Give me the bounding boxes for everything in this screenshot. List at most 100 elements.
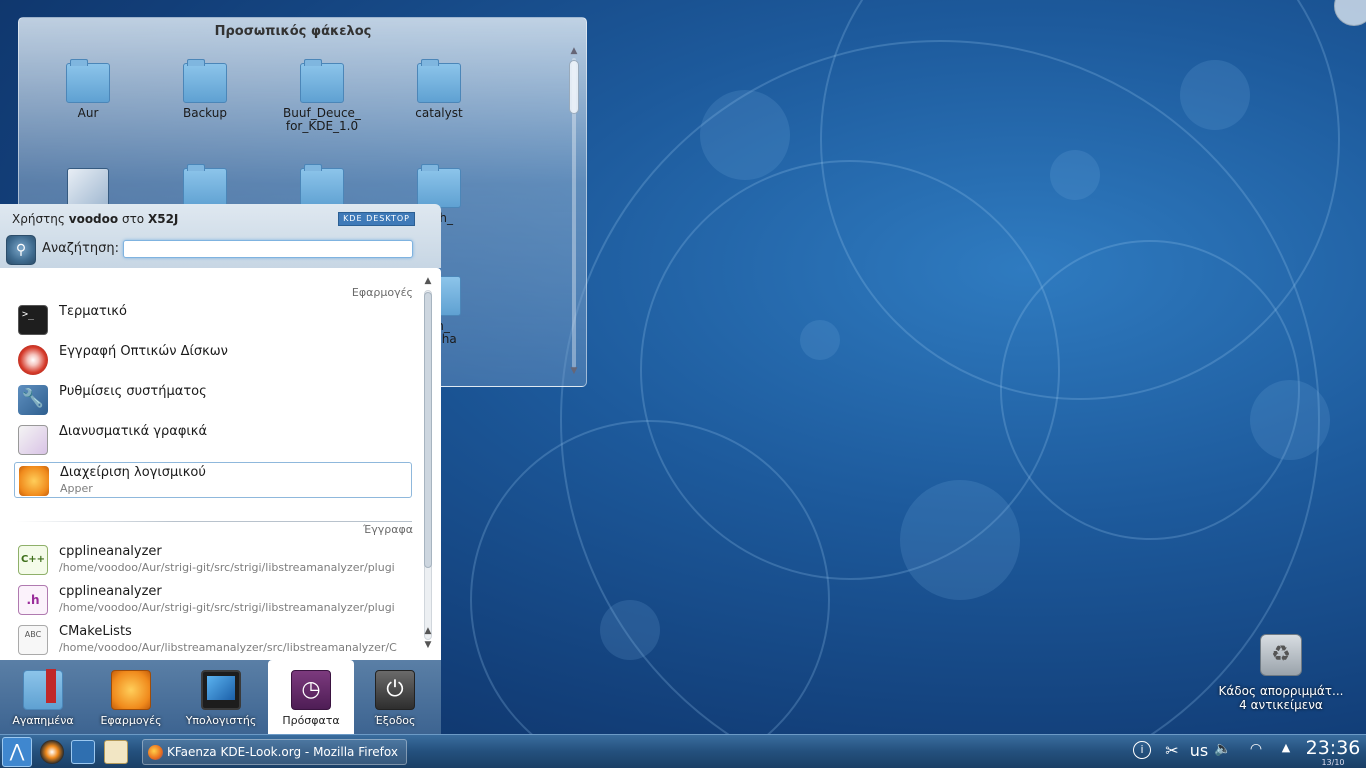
scroll-up-icon[interactable]: ▲ bbox=[421, 626, 435, 636]
folder-icon bbox=[417, 59, 461, 103]
trash-icon: ♻ bbox=[1260, 634, 1302, 676]
folder-label: Backup bbox=[183, 106, 227, 120]
kickoff-tabs: Αγαπημένα Εφαρμογές Υπολογιστής ◷ Πρόσφα… bbox=[0, 660, 441, 734]
folder-icon bbox=[300, 59, 344, 103]
trash-count: 4 αντικείμενα bbox=[1239, 698, 1323, 712]
item-name: Ρυθμίσεις συστήματος bbox=[59, 384, 207, 399]
item-path: /home/voodoo/Aur/strigi-git/src/strigi/l… bbox=[59, 601, 395, 614]
item-path: /home/voodoo/Aur/strigi-git/src/strigi/l… bbox=[59, 561, 395, 574]
user-prefix: Χρήστης bbox=[12, 212, 65, 226]
folder-item[interactable]: Buuf_Deuce_ for_KDE_1.0 bbox=[272, 59, 372, 133]
search-icon: ⚲ bbox=[6, 235, 36, 265]
system-monitor-icon[interactable] bbox=[71, 740, 95, 764]
tray-expand-icon[interactable]: ▲ bbox=[1278, 741, 1294, 754]
scroll-up-icon[interactable]: ▲ bbox=[568, 46, 580, 56]
documents-folder-icon bbox=[183, 164, 227, 208]
kickoff-list: Εφαρμογές >_ Τερματικό Εγγραφή Οπτικών Δ… bbox=[0, 268, 441, 660]
list-item-selected[interactable]: Διαχείριση λογισμικού Apper bbox=[14, 462, 412, 498]
recent-icon: ◷ bbox=[291, 670, 331, 710]
item-name: Εγγραφή Οπτικών Δίσκων bbox=[59, 344, 228, 359]
text-file-icon: ABC bbox=[18, 625, 48, 655]
user-mid: στο bbox=[121, 212, 145, 226]
taskbar: ⋀ KFaenza KDE-Look.org - Mozilla Firefox… bbox=[0, 734, 1366, 768]
list-item[interactable]: 🔧 Ρυθμίσεις συστήματος bbox=[14, 382, 412, 416]
trash-name: Κάδος απορριμμάτ... bbox=[1218, 684, 1344, 698]
folder-view-title: Προσωπικός φάκελος bbox=[214, 24, 372, 39]
kde-desktop-logo: KDE DESKTOP bbox=[338, 212, 415, 226]
section-header-applications: Εφαρμογές bbox=[351, 286, 413, 299]
tab-label: Αγαπημένα bbox=[12, 714, 74, 727]
terminal-icon: >_ bbox=[18, 305, 48, 335]
scroll-down-icon[interactable]: ▼ bbox=[568, 366, 580, 376]
notes-icon[interactable] bbox=[104, 740, 128, 764]
clock-date: 13/10 bbox=[1321, 758, 1345, 767]
list-item[interactable]: Εγγραφή Οπτικών Δίσκων bbox=[14, 342, 412, 376]
leave-icon: ⏻ bbox=[375, 670, 415, 710]
folder-label: Buuf_Deuce_ for_KDE_1.0 bbox=[283, 106, 361, 133]
clock-time: 23:36 bbox=[1305, 737, 1361, 759]
list-item[interactable]: ABC CMakeLists /home/voodoo/Aur/libstrea… bbox=[14, 622, 412, 656]
info-icon[interactable]: i bbox=[1133, 741, 1151, 759]
folder-item[interactable]: catalyst bbox=[389, 59, 489, 120]
cpp-file-icon: C++ bbox=[18, 545, 48, 575]
keyboard-layout[interactable]: us bbox=[1188, 741, 1210, 760]
item-subtitle: Apper bbox=[60, 482, 93, 495]
folder-item[interactable]: Backup bbox=[155, 59, 255, 120]
folder-view-scrollbar[interactable]: ▲ ▼ bbox=[568, 46, 580, 380]
scroll-thumb[interactable] bbox=[424, 292, 432, 568]
folder-label: Aur bbox=[77, 106, 99, 120]
launcher-icon[interactable]: ⋀ bbox=[2, 737, 32, 767]
kickoff-scrollbar[interactable]: ▲ ▲ ▼ bbox=[421, 276, 435, 658]
tab-computer[interactable]: Υπολογιστής bbox=[178, 660, 264, 734]
tab-label: Έξοδος bbox=[374, 714, 416, 727]
search-label: Αναζήτηση: bbox=[42, 241, 119, 256]
folder-icon bbox=[417, 164, 461, 208]
firefox-icon bbox=[148, 745, 163, 760]
tab-favorites[interactable]: Αγαπημένα bbox=[0, 660, 86, 734]
tab-applications[interactable]: Εφαρμογές bbox=[88, 660, 174, 734]
favorites-icon bbox=[23, 669, 63, 710]
folder-icon bbox=[66, 59, 110, 103]
tab-leave[interactable]: ⏻ Έξοδος bbox=[352, 660, 438, 734]
system-settings-icon: 🔧 bbox=[18, 385, 48, 415]
task-title: KFaenza KDE-Look.org - Mozilla Firefox bbox=[167, 745, 398, 759]
user-info: Χρήστης voodoo στο X52J bbox=[12, 212, 178, 226]
file-item[interactable] bbox=[38, 168, 138, 208]
drawing-app-icon bbox=[67, 168, 109, 208]
folder-item[interactable]: Aur bbox=[38, 59, 138, 120]
tab-label: Εφαρμογές bbox=[100, 714, 162, 727]
volume-icon[interactable]: 🔈 bbox=[1214, 741, 1232, 757]
folder-icon bbox=[183, 59, 227, 103]
tab-label: Υπολογιστής bbox=[185, 714, 257, 727]
kickoff-menu: Χρήστης voodoo στο X52J KDE DESKTOP ⚲ Αν… bbox=[0, 204, 441, 734]
section-divider bbox=[16, 521, 412, 522]
list-item[interactable]: C++ cpplineanalyzer /home/voodoo/Aur/str… bbox=[14, 542, 412, 576]
downloads-folder-icon bbox=[300, 164, 344, 208]
task-firefox[interactable]: KFaenza KDE-Look.org - Mozilla Firefox bbox=[142, 739, 407, 765]
eye-icon[interactable] bbox=[40, 740, 64, 764]
tab-label: Πρόσφατα bbox=[282, 714, 340, 727]
search-input[interactable] bbox=[123, 240, 413, 258]
clock[interactable]: 23:36 13/10 bbox=[1302, 737, 1364, 767]
item-name: cpplineanalyzer bbox=[59, 584, 162, 599]
scissors-icon[interactable]: ✂ bbox=[1162, 741, 1182, 760]
item-name: cpplineanalyzer bbox=[59, 544, 162, 559]
host-name: X52J bbox=[147, 212, 179, 226]
list-item[interactable]: Διανυσματικά γραφικά bbox=[14, 422, 412, 456]
tab-recent[interactable]: ◷ Πρόσφατα bbox=[268, 660, 354, 734]
user-name: voodoo bbox=[68, 212, 119, 226]
item-name: CMakeLists bbox=[59, 624, 132, 639]
scroll-thumb[interactable] bbox=[569, 60, 579, 114]
wifi-icon[interactable]: ◠ bbox=[1246, 741, 1266, 757]
list-item[interactable]: .h cpplineanalyzer /home/voodoo/Aur/stri… bbox=[14, 582, 412, 616]
item-name: Τερματικό bbox=[59, 304, 127, 319]
item-name: Διανυσματικά γραφικά bbox=[59, 424, 208, 439]
applications-icon bbox=[111, 670, 151, 710]
header-file-icon: .h bbox=[18, 585, 48, 615]
list-item[interactable]: >_ Τερματικό bbox=[14, 302, 412, 336]
scroll-up-icon[interactable]: ▲ bbox=[421, 276, 435, 286]
scroll-down-icon[interactable]: ▼ bbox=[421, 640, 435, 650]
disc-burner-icon bbox=[18, 345, 48, 375]
software-management-icon bbox=[19, 466, 49, 496]
trash-widget[interactable]: ♻ Κάδος απορριμμάτ... 4 αντικείμενα bbox=[1208, 634, 1354, 712]
